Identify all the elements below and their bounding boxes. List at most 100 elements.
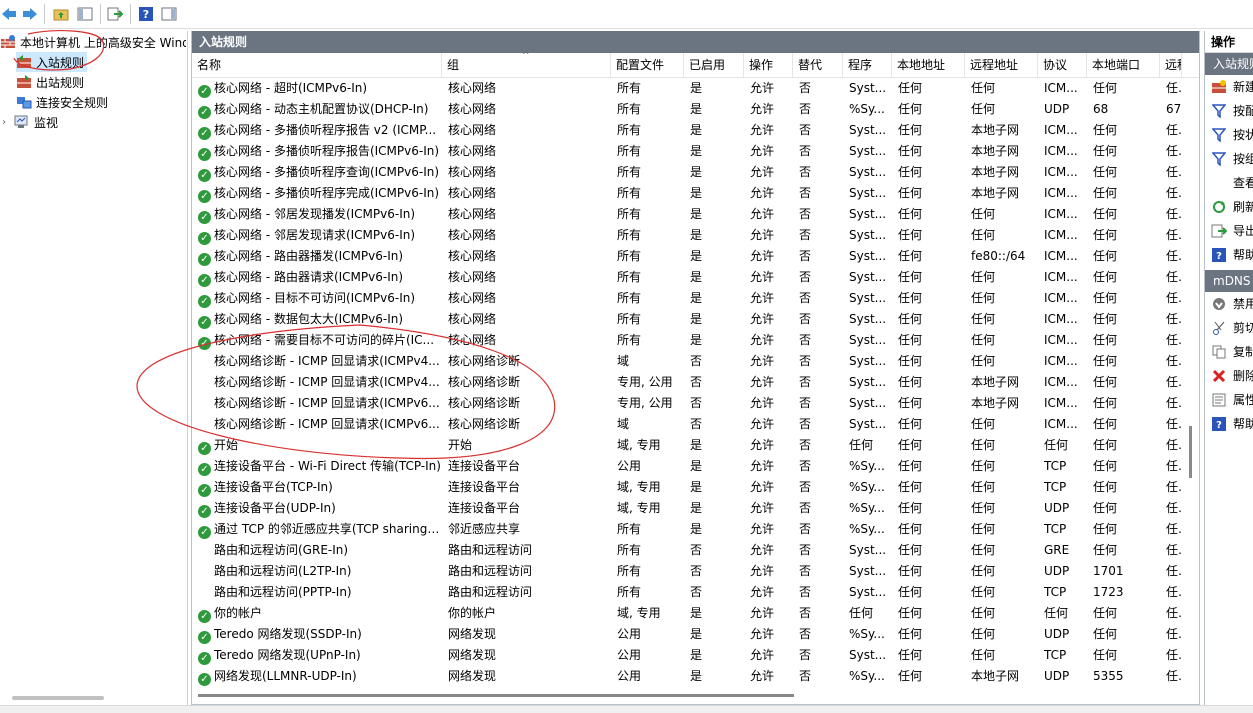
remote-port-cell: 任何 xyxy=(1166,585,1182,599)
svg-text:?: ? xyxy=(1216,251,1222,262)
table-row[interactable]: ✓ 核心网络 - 多播侦听程序报告 v2 (ICMP... 核心网络 所有 是 允许 否 Sy… xyxy=(192,120,1182,141)
horizontal-scrollbar[interactable] xyxy=(192,687,1182,704)
table-row[interactable]: ✓ 核心网络 - 需要目标不可访问的碎片(IC... 核心网络 所有 是 允许 否 Syst.… xyxy=(192,330,1182,351)
action-item[interactable]: 复制 xyxy=(1205,340,1253,364)
action-item[interactable]: 按配置文件筛选 xyxy=(1205,99,1253,123)
rule-name-cell: ✓ Teredo 网络发现(SSDP-In) xyxy=(192,624,442,645)
tree-item-connection-security[interactable]: 连接安全规则 xyxy=(16,92,108,112)
tree-item-monitoring[interactable]: › 监视 xyxy=(2,112,58,132)
group-cell: 连接设备平台 xyxy=(448,501,521,515)
action-item[interactable]: 新建规则... xyxy=(1205,75,1253,99)
tree-horizontal-scrollbar[interactable] xyxy=(12,696,104,700)
column-header-remote-port[interactable]: 远程 xyxy=(1160,53,1182,78)
scrollbar-thumb[interactable] xyxy=(198,694,794,697)
scrollbar-thumb[interactable] xyxy=(1189,426,1192,478)
table-row[interactable]: ✓ 核心网络 - 邻居发现播发(ICMPv6-In) 核心网络 所有 是 允许 否 Syst.… xyxy=(192,204,1182,225)
table-row[interactable]: ✓ 核心网络 - 路由器播发(ICMPv6-In) 核心网络 所有 是 允许 否 Syst..… xyxy=(192,246,1182,267)
back-arrow-icon[interactable] xyxy=(0,5,18,23)
enabled-check-icon: ✓ xyxy=(198,148,211,161)
column-header-local-port[interactable]: 本地端口 xyxy=(1087,53,1160,78)
column-header-enabled[interactable]: 已启用 xyxy=(684,53,744,78)
action-item[interactable]: ? 帮助 xyxy=(1205,412,1253,436)
folder-up-icon[interactable] xyxy=(52,5,70,23)
export-list-icon[interactable] xyxy=(106,5,124,23)
table-row[interactable]: ✓ 核心网络 - 多播侦听程序完成(ICMPv6-In) 核心网络 所有 是 允许 否 Sys… xyxy=(192,183,1182,204)
enabled-cell: 是 xyxy=(690,186,703,200)
action-item[interactable]: 查看 xyxy=(1205,171,1253,195)
action-item[interactable]: 按组筛选 xyxy=(1205,147,1253,171)
table-row[interactable]: ✓ Teredo 网络发现(UPnP-In) 网络发现 公用 是 允许 否 Syst... 任何… xyxy=(192,645,1182,666)
enabled-check-icon: ✓ xyxy=(198,610,211,623)
table-row[interactable]: ✓你的帐户你的帐户域, 专用是允许否任何任何任何任何任何任何 xyxy=(192,603,1182,624)
program-cell: Syst... xyxy=(849,291,887,305)
column-header-local-address[interactable]: 本地地址 xyxy=(892,53,965,78)
show-hide-action-pane-icon[interactable] xyxy=(160,5,178,23)
table-row[interactable]: 核心网络诊断 - ICMP 回显请求(ICMPv6... 核心网络诊断 域 否 允许 否 S… xyxy=(192,414,1182,435)
table-row[interactable]: ✓ 连接设备平台(UDP-In) 连接设备平台 域, 专用 是 允许 否 %Sy... 任何 任何… xyxy=(192,498,1182,519)
table-row[interactable]: ✓ 核心网络 - 多播侦听程序报告(ICMPv6-In) 核心网络 所有 是 允许 否 Sys… xyxy=(192,141,1182,162)
action-cell: 允许 xyxy=(750,354,775,368)
remote-port-cell: 任何 xyxy=(1166,669,1182,683)
table-row[interactable]: 核心网络诊断 - ICMP 回显请求(ICMPv4... 核心网络诊断 域 否 允许 否 S… xyxy=(192,351,1182,372)
protocol-cell: ICM... xyxy=(1044,333,1078,347)
table-row[interactable]: ✓ Teredo 网络发现(SSDP-In) 网络发现 公用 是 允许 否 %Sy... 任何 任… xyxy=(192,624,1182,645)
table-row[interactable]: ✓ 核心网络 - 邻居发现请求(ICMPv6-In) 核心网络 所有 是 允许 否 Syst.… xyxy=(192,225,1182,246)
rule-name: Teredo 网络发现(UPnP-In) xyxy=(214,648,361,662)
table-row[interactable]: ✓ 连接设备平台 - Wi-Fi Direct 传输(TCP-In) 连接设备平台 公… xyxy=(192,456,1182,477)
chevron-right-icon[interactable]: › xyxy=(2,117,14,128)
column-header-name[interactable]: 名称 xyxy=(192,53,442,78)
tree-item-outbound[interactable]: 出站规则 xyxy=(16,72,84,92)
table-row[interactable]: ✓ 核心网络 - 目标不可访问(ICMPv6-In) 核心网络 所有 是 允许 否 Syst.… xyxy=(192,288,1182,309)
tree-item-label: 连接安全规则 xyxy=(36,95,109,110)
table-row[interactable]: ✓ 网络发现(LLMNR-UDP-In) 网络发现 公用 是 允许 否 %Sy... 任何 本地子… xyxy=(192,666,1182,687)
rule-name-cell: 路由和远程访问(GRE-In) xyxy=(192,540,442,561)
protocol-cell: ICM... xyxy=(1044,186,1078,200)
table-row[interactable]: 路由和远程访问(L2TP-In) 路由和远程访问 所有 否 允许 否 Syst... 任何 任何… xyxy=(192,561,1182,582)
table-row[interactable]: ✓ 连接设备平台(TCP-In) 连接设备平台 域, 专用 是 允许 否 %Sy... 任何 任何… xyxy=(192,477,1182,498)
action-item[interactable]: 禁用规则 xyxy=(1205,292,1253,316)
override-cell: 否 xyxy=(799,186,812,200)
column-header-profile[interactable]: 配置文件 xyxy=(611,53,684,78)
local-port-cell: 1701 xyxy=(1093,564,1124,578)
action-cell: 允许 xyxy=(750,480,775,494)
table-row[interactable]: ✓ 核心网络 - 路由器请求(ICMPv6-In) 核心网络 所有 是 允许 否 Syst..… xyxy=(192,267,1182,288)
group-cell: 连接设备平台 xyxy=(448,480,521,494)
table-row[interactable]: ✓开始开始域, 专用是允许否任何任何任何任何任何任何 xyxy=(192,435,1182,456)
column-header-protocol[interactable]: 协议 xyxy=(1038,53,1087,78)
action-item[interactable]: 导出列表... xyxy=(1205,219,1253,243)
profile-cell: 所有 xyxy=(617,333,642,347)
enabled-cell: 是 xyxy=(690,228,703,242)
table-row[interactable]: 核心网络诊断 - ICMP 回显请求(ICMPv4... 核心网络诊断 专用, 公用… xyxy=(192,372,1182,393)
action-item[interactable]: 按状态筛选 xyxy=(1205,123,1253,147)
column-header-remote-address[interactable]: 远程地址 xyxy=(965,53,1038,78)
table-row[interactable]: 路由和远程访问(GRE-In) 路由和远程访问 所有 否 允许 否 Syst... 任何 任何 G… xyxy=(192,540,1182,561)
vertical-scrollbar[interactable] xyxy=(1182,78,1199,686)
group-cell: 核心网络 xyxy=(448,291,497,305)
table-row[interactable]: 路由和远程访问(PPTP-In) 路由和远程访问 所有 否 允许 否 Syst... 任何 任何… xyxy=(192,582,1182,603)
table-row[interactable]: 核心网络诊断 - ICMP 回显请求(ICMPv6... 核心网络诊断 专用, 公用… xyxy=(192,393,1182,414)
action-item[interactable]: 属性 xyxy=(1205,388,1253,412)
action-item[interactable]: 剪切 xyxy=(1205,316,1253,340)
actions-section-mdns[interactable]: mDNS xyxy=(1205,270,1253,292)
column-header-program[interactable]: 程序 xyxy=(843,53,892,78)
rule-name-cell: ✓ 网络发现(LLMNR-UDP-In) xyxy=(192,666,442,687)
table-row[interactable]: ✓ 核心网络 - 数据包太大(ICMPv6-In) 核心网络 所有 是 允许 否 Syst..… xyxy=(192,309,1182,330)
action-item[interactable]: 删除 xyxy=(1205,364,1253,388)
profile-cell: 所有 xyxy=(617,249,642,263)
table-row[interactable]: ✓ 核心网络 - 多播侦听程序查询(ICMPv6-In) 核心网络 所有 是 允许 否 Sys… xyxy=(192,162,1182,183)
column-header-override[interactable]: 替代 xyxy=(793,53,843,78)
table-row[interactable]: ✓ 核心网络 - 超时(ICMPv6-In) 核心网络 所有 是 允许 否 Syst... 任何… xyxy=(192,78,1182,99)
show-hide-console-tree-icon[interactable] xyxy=(76,5,94,23)
tree-root[interactable]: 本地计算机 上的高级安全 Windows Defender 防火墙 xyxy=(0,32,186,52)
column-header-action[interactable]: 操作 xyxy=(744,53,793,78)
help-icon[interactable]: ? xyxy=(137,5,155,23)
actions-section-inbound[interactable]: 入站规则 xyxy=(1205,53,1253,75)
action-item[interactable]: ? 帮助 xyxy=(1205,243,1253,267)
forward-arrow-icon[interactable] xyxy=(21,5,39,23)
table-row[interactable]: ✓ 通过 TCP 的邻近感应共享(TCP sharing-... 邻近感应共享 所有 是… xyxy=(192,519,1182,540)
table-row[interactable]: ✓ 核心网络 - 动态主机配置协议(DHCP-In) 核心网络 所有 是 允许 否 %Sy..… xyxy=(192,99,1182,120)
action-item[interactable]: 刷新 xyxy=(1205,195,1253,219)
tree-item-inbound[interactable]: 入站规则 xyxy=(16,52,88,72)
local-port-cell: 任何 xyxy=(1093,543,1118,557)
program-cell: %Sy... xyxy=(849,669,885,683)
